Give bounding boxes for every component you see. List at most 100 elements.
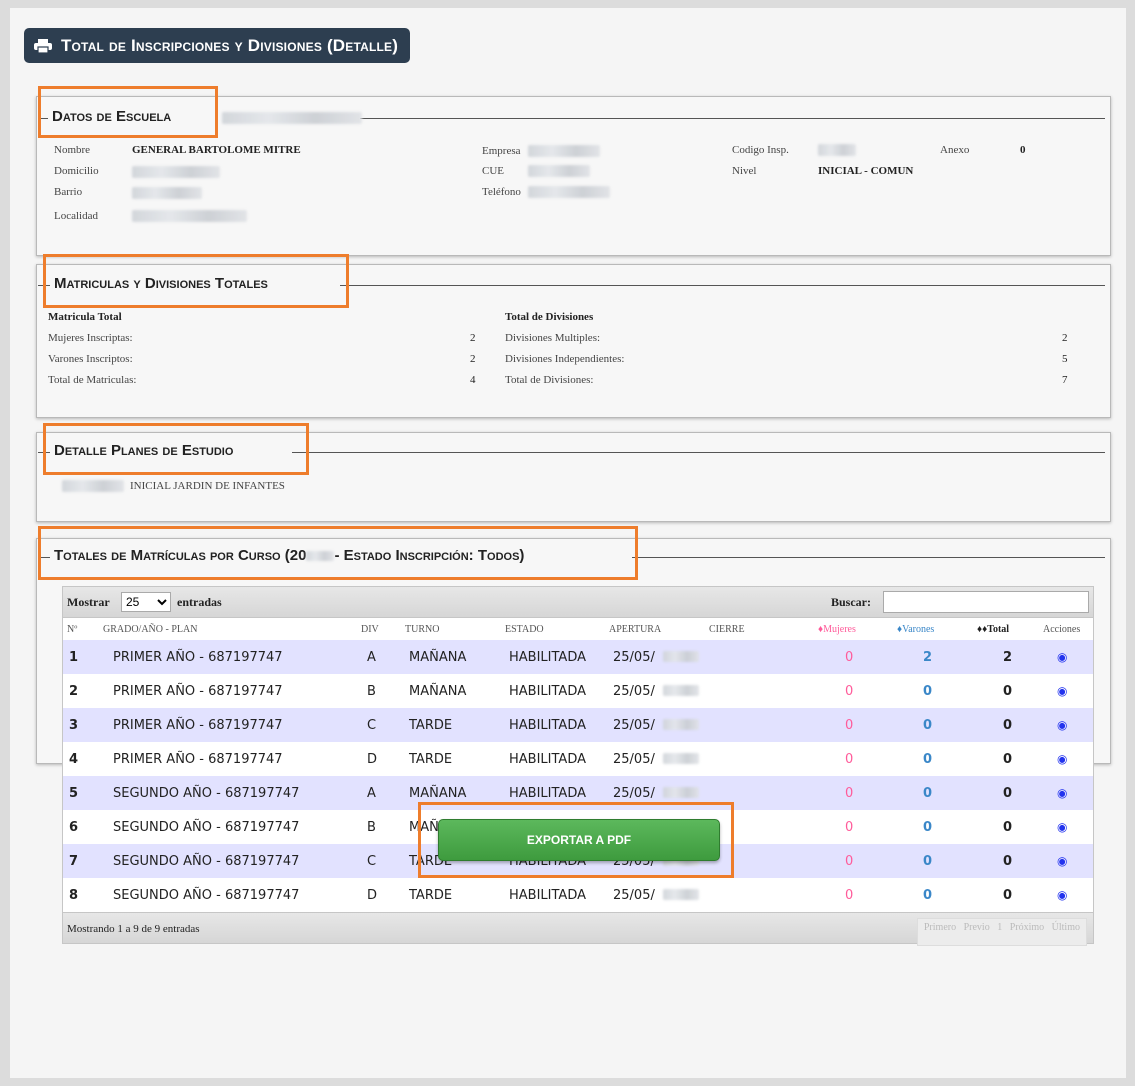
row-n: 3: [69, 718, 79, 733]
highlight-matriculas: [43, 254, 349, 308]
page-size-select[interactable]: 25: [121, 592, 171, 612]
col-div[interactable]: DIV: [361, 624, 379, 635]
table-row: 4 PRIMER AÑO - 687197747 D TARDE HABILITADA 2…: [63, 742, 1093, 776]
localidad-label: Localidad: [54, 210, 98, 222]
row-div: C: [367, 718, 377, 733]
row-div: A: [367, 650, 376, 665]
row-turno: MAÑANA: [409, 650, 467, 665]
search-input[interactable]: [883, 591, 1089, 613]
row-grado: SEGUNDO AÑO - 687197747: [113, 820, 300, 835]
table-toolbar: Mostrar 25 entradas Buscar:: [63, 587, 1093, 618]
total-matriculas-value: 4: [470, 374, 476, 386]
row-total: 0: [1003, 684, 1013, 699]
col-mujeres[interactable]: ♦Mujeres: [818, 624, 856, 635]
row-estado: HABILITADA: [509, 650, 586, 665]
col-total[interactable]: ♦♦Total: [977, 624, 1009, 635]
mujeres-inscriptas-label: Mujeres Inscriptas:: [48, 332, 133, 344]
row-turno: MAÑANA: [409, 684, 467, 699]
row-grado: PRIMER AÑO - 687197747: [113, 650, 283, 665]
row-mujeres: 0: [845, 718, 854, 733]
row-n: 6: [69, 820, 79, 835]
highlight-totales: [38, 526, 638, 580]
pager-page-1[interactable]: 1: [997, 922, 1002, 933]
people-icon: ♦♦: [977, 624, 988, 635]
table-footer: Mostrando 1 a 9 de 9 entradas Primero Pr…: [63, 912, 1093, 946]
col-n[interactable]: Nº: [67, 624, 77, 635]
view-icon[interactable]: ◉: [1057, 752, 1067, 766]
row-n: 5: [69, 786, 79, 801]
col-grado[interactable]: GRADO/AÑO - PLAN: [103, 624, 197, 635]
pagination: Primero Previo 1 Próximo Último: [916, 918, 1087, 946]
col-apertura[interactable]: APERTURA: [609, 624, 661, 635]
row-varones: 0: [923, 786, 933, 801]
pager-next[interactable]: Próximo: [1010, 922, 1044, 933]
row-div: B: [367, 684, 376, 699]
row-grado: PRIMER AÑO - 687197747: [113, 718, 283, 733]
col-turno[interactable]: TURNO: [405, 624, 439, 635]
col-acciones: Acciones: [1043, 624, 1081, 635]
view-icon[interactable]: ◉: [1057, 854, 1067, 868]
col-cierre[interactable]: CIERRE: [709, 624, 745, 635]
pager-prev[interactable]: Previo: [964, 922, 990, 933]
nivel-value: INICIAL - COMUN: [818, 165, 914, 177]
nombre-value: GENERAL BARTOLOME MITRE: [132, 144, 301, 156]
matricula-total-title: Matricula Total: [48, 311, 122, 323]
cue-label: CUE: [482, 165, 504, 177]
row-total: 0: [1003, 854, 1013, 869]
row-varones: 2: [923, 650, 933, 665]
row-turno: TARDE: [409, 888, 453, 903]
anexo-value: 0: [1020, 144, 1026, 156]
page-title: Total de Inscripciones y Divisiones (Det…: [24, 28, 411, 63]
varones-inscriptos-label: Varones Inscriptos:: [48, 353, 133, 365]
view-icon[interactable]: ◉: [1057, 786, 1067, 800]
divisiones-multiples-value: 2: [1062, 332, 1068, 344]
row-mujeres: 0: [845, 786, 854, 801]
row-total: 0: [1003, 786, 1013, 801]
divisiones-multiples-label: Divisiones Multiples:: [505, 332, 601, 344]
view-icon[interactable]: ◉: [1057, 888, 1067, 902]
plan-name: INICIAL JARDIN DE INFANTES: [130, 480, 285, 492]
view-icon[interactable]: ◉: [1057, 718, 1067, 732]
highlight-planes: [43, 423, 309, 475]
row-grado: SEGUNDO AÑO - 687197747: [113, 854, 300, 869]
row-estado: HABILITADA: [509, 786, 586, 801]
view-icon[interactable]: ◉: [1057, 650, 1067, 664]
row-div: C: [367, 854, 377, 869]
row-total: 0: [1003, 820, 1013, 835]
row-mujeres: 0: [845, 752, 854, 767]
pager-last[interactable]: Último: [1052, 922, 1080, 933]
table-header: Nº GRADO/AÑO - PLAN DIV TURNO ESTADO APE…: [63, 618, 1093, 640]
col-varones[interactable]: ♦Varones: [897, 624, 934, 635]
row-varones: 0: [923, 752, 933, 767]
table-info: Mostrando 1 a 9 de 9 entradas: [67, 923, 200, 935]
total-divisiones-label: Total de Divisiones:: [505, 374, 594, 386]
table-row: 8 SEGUNDO AÑO - 687197747 D TARDE HABILITADA…: [63, 878, 1093, 912]
pager-first[interactable]: Primero: [924, 922, 956, 933]
row-total: 0: [1003, 718, 1013, 733]
row-mujeres: 0: [845, 854, 854, 869]
row-estado: HABILITADA: [509, 684, 586, 699]
table-row: 2 PRIMER AÑO - 687197747 B MAÑANA HABILITADA…: [63, 674, 1093, 708]
row-div: B: [367, 820, 376, 835]
row-grado: SEGUNDO AÑO - 687197747: [113, 786, 300, 801]
row-mujeres: 0: [845, 888, 854, 903]
table-row: 1 PRIMER AÑO - 687197747 A MAÑANA HABILITADA…: [63, 640, 1093, 674]
row-n: 4: [69, 752, 79, 767]
row-varones: 0: [923, 888, 933, 903]
inscripciones-table: Mostrar 25 entradas Buscar: Nº GRADO/AÑO…: [62, 586, 1094, 946]
row-turno: TARDE: [409, 752, 453, 767]
row-grado: SEGUNDO AÑO - 687197747: [113, 888, 300, 903]
total-matriculas-label: Total de Matriculas:: [48, 374, 137, 386]
nivel-label: Nivel: [732, 165, 757, 177]
view-icon[interactable]: ◉: [1057, 684, 1067, 698]
row-total: 0: [1003, 752, 1013, 767]
row-total: 2: [1003, 650, 1013, 665]
row-estado: HABILITADA: [509, 752, 586, 767]
row-apertura: 25/05/: [613, 786, 655, 801]
row-total: 0: [1003, 888, 1013, 903]
highlight-datos: [38, 86, 218, 138]
row-mujeres: 0: [845, 684, 854, 699]
view-icon[interactable]: ◉: [1057, 820, 1067, 834]
col-estado[interactable]: ESTADO: [505, 624, 544, 635]
anexo-label: Anexo: [940, 144, 970, 156]
